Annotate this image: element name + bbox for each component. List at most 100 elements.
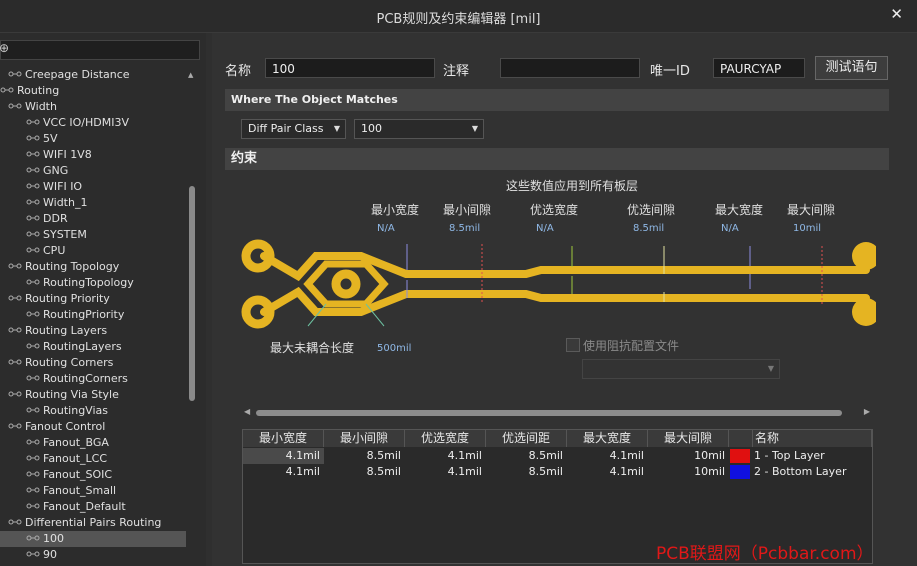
- column-header[interactable]: 优选间距: [486, 430, 567, 447]
- table-cell[interactable]: 4.1mil: [243, 464, 324, 480]
- impedance-profile-select[interactable]: ▼: [582, 359, 780, 379]
- tree-item[interactable]: Differential Pairs Routing: [0, 515, 186, 531]
- tree-item-label: DDR: [43, 212, 68, 225]
- table-cell[interactable]: 4.1mil: [567, 464, 648, 480]
- tree-item[interactable]: SYSTEM: [0, 227, 186, 243]
- param-label: 最小宽度: [371, 203, 420, 217]
- tree-item-label: RoutingTopology: [43, 276, 134, 289]
- column-header[interactable]: 最大间隙: [648, 430, 729, 447]
- impedance-profile-label: 使用阻抗配置文件: [583, 339, 680, 353]
- table-cell[interactable]: 8.5mil: [324, 464, 405, 480]
- tree-item-label: Routing Priority: [25, 292, 110, 305]
- layer-name: 1 - Top Layer: [754, 449, 825, 462]
- column-header[interactable]: 最小宽度: [243, 430, 324, 447]
- table-cell[interactable]: 4.1mil: [567, 448, 648, 464]
- comment-input[interactable]: [500, 58, 640, 78]
- tree-item[interactable]: GNG: [0, 163, 186, 179]
- param-value[interactable]: N/A: [536, 223, 554, 234]
- param-value[interactable]: N/A: [377, 223, 395, 234]
- tree-item[interactable]: RoutingLayers: [0, 339, 186, 355]
- column-header[interactable]: 最大宽度: [567, 430, 648, 447]
- table-cell[interactable]: 8.5mil: [486, 464, 567, 480]
- impedance-profile-checkbox[interactable]: [566, 338, 580, 352]
- tree-item[interactable]: DDR: [0, 211, 186, 227]
- tree-item[interactable]: Routing Via Style: [0, 387, 186, 403]
- table-cell[interactable]: 10mil: [648, 464, 729, 480]
- scrollbar-thumb[interactable]: [256, 410, 842, 416]
- tree-item[interactable]: VCC IO/HDMI3V: [0, 115, 186, 131]
- tree-item[interactable]: 100: [0, 531, 186, 547]
- tree-item[interactable]: RoutingCorners: [0, 371, 186, 387]
- rule-icon: [26, 340, 40, 350]
- tree-item[interactable]: RoutingTopology: [0, 275, 186, 291]
- table-cell[interactable]: 8.5mil: [324, 448, 405, 464]
- tree-item-label: RoutingPriority: [43, 308, 125, 321]
- param-label: 最大间隙: [787, 203, 836, 217]
- tree-search-input[interactable]: ⊕: [0, 40, 200, 60]
- param-label: 优选宽度: [530, 203, 579, 217]
- tree-item[interactable]: Width: [0, 99, 186, 115]
- rule-icon: [26, 228, 40, 238]
- rule-icon: [8, 292, 22, 302]
- tree-item-label: Differential Pairs Routing: [25, 516, 162, 529]
- window-title: PCB规则及约束编辑器 [mil]: [376, 12, 541, 27]
- rule-icon: [26, 548, 40, 558]
- tree-item[interactable]: Width_1: [0, 195, 186, 211]
- tree-item[interactable]: Routing: [0, 83, 186, 99]
- scroll-left-arrow-icon[interactable]: ◀: [244, 407, 250, 416]
- tree-item-label: WIFI 1V8: [43, 148, 92, 161]
- uncoupled-length-label: 最大未耦合长度: [270, 341, 355, 355]
- column-header[interactable]: 优选宽度: [405, 430, 486, 447]
- tree-item[interactable]: Fanout Control: [0, 419, 186, 435]
- diagram-hscrollbar[interactable]: ◀ ▶: [242, 407, 872, 419]
- tree-item[interactable]: 90: [0, 547, 186, 563]
- tree-item-label: GNG: [43, 164, 69, 177]
- param-label: 优选间隙: [627, 203, 676, 217]
- tree-item[interactable]: RoutingPriority: [0, 307, 186, 323]
- name-input[interactable]: 100: [265, 58, 435, 78]
- scroll-up-arrow-icon[interactable]: ▲: [188, 71, 193, 79]
- close-icon[interactable]: ✕: [890, 5, 903, 23]
- param-value[interactable]: 10mil: [793, 223, 821, 234]
- rule-icon: [8, 356, 22, 366]
- param-value[interactable]: 8.5mil: [449, 223, 480, 234]
- tree-item[interactable]: WIFI IO: [0, 179, 186, 195]
- table-cell[interactable]: 4.1mil: [405, 464, 486, 480]
- rule-icon: [26, 372, 40, 382]
- scroll-right-arrow-icon[interactable]: ▶: [864, 407, 870, 416]
- test-query-button[interactable]: 测试语句: [815, 56, 888, 80]
- scrollbar-thumb[interactable]: [189, 186, 195, 401]
- match-type-select[interactable]: Diff Pair Class ▼: [241, 119, 346, 139]
- table-cell[interactable]: 4.1mil: [243, 448, 324, 464]
- tree-item[interactable]: Fanout_Default: [0, 499, 186, 515]
- tree-item[interactable]: Routing Corners: [0, 355, 186, 371]
- tree-item[interactable]: Routing Topology: [0, 259, 186, 275]
- tree-item[interactable]: Fanout_SOIC: [0, 467, 186, 483]
- uid-input[interactable]: PAURCYAP: [713, 58, 805, 78]
- rule-icon: [8, 388, 22, 398]
- column-header[interactable]: 最小间隙: [324, 430, 405, 447]
- table-cell[interactable]: 8.5mil: [486, 448, 567, 464]
- tree-scrollbar[interactable]: ▲: [188, 71, 196, 566]
- tree-item[interactable]: Creepage Distance: [0, 67, 186, 83]
- tree-item[interactable]: 5V: [0, 131, 186, 147]
- table-cell[interactable]: 4.1mil: [405, 448, 486, 464]
- tree-item[interactable]: Fanout_LCC: [0, 451, 186, 467]
- match-value-select[interactable]: 100 ▼: [354, 119, 484, 139]
- tree-item-label: Routing Via Style: [25, 388, 119, 401]
- param-value[interactable]: 8.5mil: [633, 223, 664, 234]
- uncoupled-length-value[interactable]: 500mil: [377, 343, 411, 354]
- tree-item[interactable]: Fanout_BGA: [0, 435, 186, 451]
- tree-item[interactable]: CPU: [0, 243, 186, 259]
- uid-label: 唯一ID: [650, 64, 690, 79]
- table-cell[interactable]: 10mil: [648, 448, 729, 464]
- column-header[interactable]: [729, 430, 753, 447]
- param-value[interactable]: N/A: [721, 223, 739, 234]
- tree-item[interactable]: WIFI 1V8: [0, 147, 186, 163]
- column-header[interactable]: 名称: [753, 430, 872, 447]
- tree-item[interactable]: Fanout_Small: [0, 483, 186, 499]
- name-label: 名称: [225, 64, 252, 79]
- tree-item[interactable]: RoutingVias: [0, 403, 186, 419]
- tree-item[interactable]: Routing Layers: [0, 323, 186, 339]
- tree-item[interactable]: Routing Priority: [0, 291, 186, 307]
